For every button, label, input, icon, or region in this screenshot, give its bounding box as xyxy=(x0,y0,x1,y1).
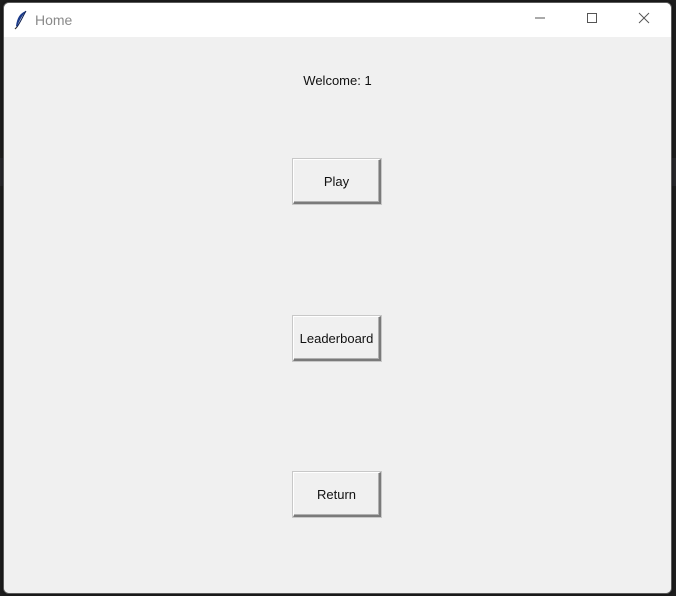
close-button[interactable] xyxy=(618,3,670,37)
home-window: Home Welcome: 1 Play Leaderboard Return xyxy=(3,2,672,594)
minimize-button[interactable] xyxy=(514,3,566,37)
feather-icon xyxy=(14,10,28,30)
maximize-button[interactable] xyxy=(566,3,618,37)
maximize-icon xyxy=(586,11,598,29)
window-title: Home xyxy=(35,12,73,28)
leaderboard-button[interactable]: Leaderboard xyxy=(293,316,381,361)
title-bar[interactable]: Home xyxy=(4,3,671,37)
return-button[interactable]: Return xyxy=(293,472,381,517)
close-icon xyxy=(638,11,650,29)
minimize-icon xyxy=(534,11,546,29)
play-button[interactable]: Play xyxy=(293,159,381,204)
welcome-label: Welcome: 1 xyxy=(303,73,372,88)
window-content: Welcome: 1 Play Leaderboard Return xyxy=(4,37,671,593)
